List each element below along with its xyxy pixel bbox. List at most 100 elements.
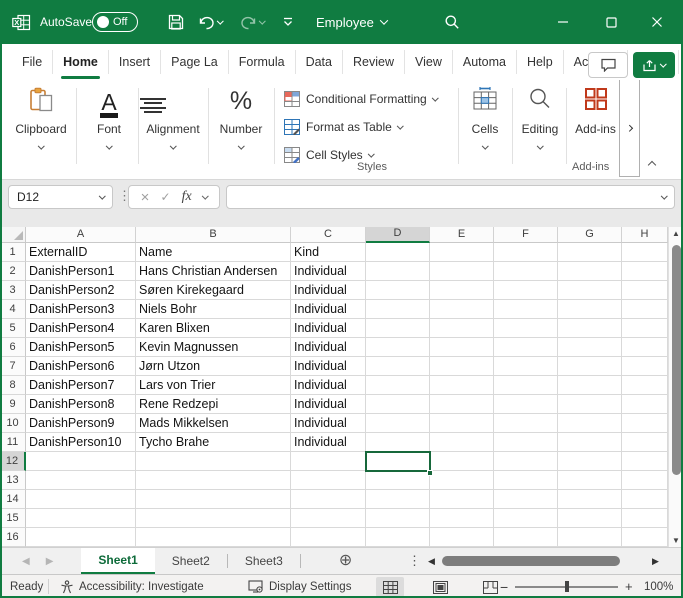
ribbon-tab-home[interactable]: Home <box>53 50 109 74</box>
cell-D14[interactable] <box>366 490 430 509</box>
cell-G4[interactable] <box>558 300 622 319</box>
cell-B15[interactable] <box>136 509 291 528</box>
cell-H5[interactable] <box>622 319 668 338</box>
cell-E10[interactable] <box>430 414 494 433</box>
cell-G14[interactable] <box>558 490 622 509</box>
save-icon[interactable] <box>168 0 184 44</box>
add-ins-group-button[interactable]: Add-ins <box>572 80 619 136</box>
ribbon-tab-data[interactable]: Data <box>296 50 343 74</box>
zoom-slider-thumb[interactable] <box>565 581 569 592</box>
cell-D3[interactable] <box>366 281 430 300</box>
row-header-2[interactable]: 2 <box>0 262 26 281</box>
cell-E1[interactable] <box>430 243 494 262</box>
cell-C7[interactable]: Individual <box>291 357 366 376</box>
row-header-9[interactable]: 9 <box>0 395 26 414</box>
cell-B5[interactable]: Karen Blixen <box>136 319 291 338</box>
cell-C1[interactable]: Kind <box>291 243 366 262</box>
cell-H15[interactable] <box>622 509 668 528</box>
minimize-icon[interactable] <box>548 0 578 44</box>
cell-F4[interactable] <box>494 300 558 319</box>
cell-B13[interactable] <box>136 471 291 490</box>
cell-F13[interactable] <box>494 471 558 490</box>
cell-F8[interactable] <box>494 376 558 395</box>
function-icon[interactable]: fx <box>182 189 192 205</box>
cell-C5[interactable]: Individual <box>291 319 366 338</box>
cell-C4[interactable]: Individual <box>291 300 366 319</box>
autosave-toggle[interactable]: Off <box>92 12 138 32</box>
column-header-C[interactable]: C <box>291 227 366 243</box>
cell-C15[interactable] <box>291 509 366 528</box>
cell-H3[interactable] <box>622 281 668 300</box>
sheet-tab-sheet2[interactable]: Sheet2 <box>155 548 227 574</box>
row-header-10[interactable]: 10 <box>0 414 26 433</box>
cell-B10[interactable]: Mads Mikkelsen <box>136 414 291 433</box>
cell-E8[interactable] <box>430 376 494 395</box>
row-header-13[interactable]: 13 <box>0 471 26 490</box>
sheet-menu-icon[interactable]: ⋮ <box>408 553 421 569</box>
ribbon-collapse-icon[interactable] <box>648 161 656 169</box>
maximize-icon[interactable] <box>596 0 626 44</box>
cell-D15[interactable] <box>366 509 430 528</box>
cell-E9[interactable] <box>430 395 494 414</box>
cell-B14[interactable] <box>136 490 291 509</box>
cell-G8[interactable] <box>558 376 622 395</box>
sheet-nav-left-icon[interactable]: ◀ <box>22 556 30 567</box>
ribbon-tab-formula[interactable]: Formula <box>229 50 296 74</box>
cell-F7[interactable] <box>494 357 558 376</box>
ribbon-tab-view[interactable]: View <box>405 50 453 74</box>
cell-A3[interactable]: DanishPerson2 <box>26 281 136 300</box>
display-settings-button[interactable]: Display Settings <box>248 575 351 598</box>
cell-D9[interactable] <box>366 395 430 414</box>
column-header-H[interactable]: H <box>622 227 668 243</box>
row-header-5[interactable]: 5 <box>0 319 26 338</box>
ribbon-tab-automa[interactable]: Automa <box>453 50 517 74</box>
cell-D5[interactable] <box>366 319 430 338</box>
cell-E11[interactable] <box>430 433 494 452</box>
scroll-down-icon[interactable]: ▼ <box>669 536 683 545</box>
cell-F2[interactable] <box>494 262 558 281</box>
cell-E4[interactable] <box>430 300 494 319</box>
cell-G7[interactable] <box>558 357 622 376</box>
cell-C13[interactable] <box>291 471 366 490</box>
enter-icon[interactable]: ✓ <box>160 190 170 204</box>
cell-G1[interactable] <box>558 243 622 262</box>
cell-B7[interactable]: Jørn Utzon <box>136 357 291 376</box>
cell-H1[interactable] <box>622 243 668 262</box>
cell-F14[interactable] <box>494 490 558 509</box>
column-header-F[interactable]: F <box>494 227 558 243</box>
cell-A2[interactable]: DanishPerson1 <box>26 262 136 281</box>
cell-C12[interactable] <box>291 452 366 471</box>
cell-G13[interactable] <box>558 471 622 490</box>
cell-B2[interactable]: Hans Christian Andersen <box>136 262 291 281</box>
cell-F11[interactable] <box>494 433 558 452</box>
excel-app-icon[interactable]: X <box>12 0 31 44</box>
cell-A9[interactable]: DanishPerson8 <box>26 395 136 414</box>
cell-D2[interactable] <box>366 262 430 281</box>
cell-A6[interactable]: DanishPerson5 <box>26 338 136 357</box>
cell-H13[interactable] <box>622 471 668 490</box>
undo-chevron-icon[interactable] <box>217 17 223 23</box>
cell-C16[interactable] <box>291 528 366 547</box>
zoom-level[interactable]: 100% <box>644 575 673 598</box>
column-header-E[interactable]: E <box>430 227 494 243</box>
cell-A15[interactable] <box>26 509 136 528</box>
cell-H12[interactable] <box>622 452 668 471</box>
cell-A8[interactable]: DanishPerson7 <box>26 376 136 395</box>
cell-E13[interactable] <box>430 471 494 490</box>
undo-icon[interactable] <box>198 0 223 44</box>
cells-group-button[interactable]: Cells <box>462 80 508 154</box>
cell-C8[interactable]: Individual <box>291 376 366 395</box>
cell-G3[interactable] <box>558 281 622 300</box>
vertical-scroll-thumb[interactable] <box>672 245 681 475</box>
cell-H6[interactable] <box>622 338 668 357</box>
add-sheet-icon[interactable]: ⊕ <box>339 553 352 569</box>
cell-G9[interactable] <box>558 395 622 414</box>
column-header-A[interactable]: A <box>26 227 136 243</box>
quick-access-chevron-icon[interactable] <box>282 0 294 44</box>
cell-F9[interactable] <box>494 395 558 414</box>
cell-A11[interactable]: DanishPerson10 <box>26 433 136 452</box>
cell-A10[interactable]: DanishPerson9 <box>26 414 136 433</box>
cell-H8[interactable] <box>622 376 668 395</box>
cell-C9[interactable]: Individual <box>291 395 366 414</box>
cell-E3[interactable] <box>430 281 494 300</box>
